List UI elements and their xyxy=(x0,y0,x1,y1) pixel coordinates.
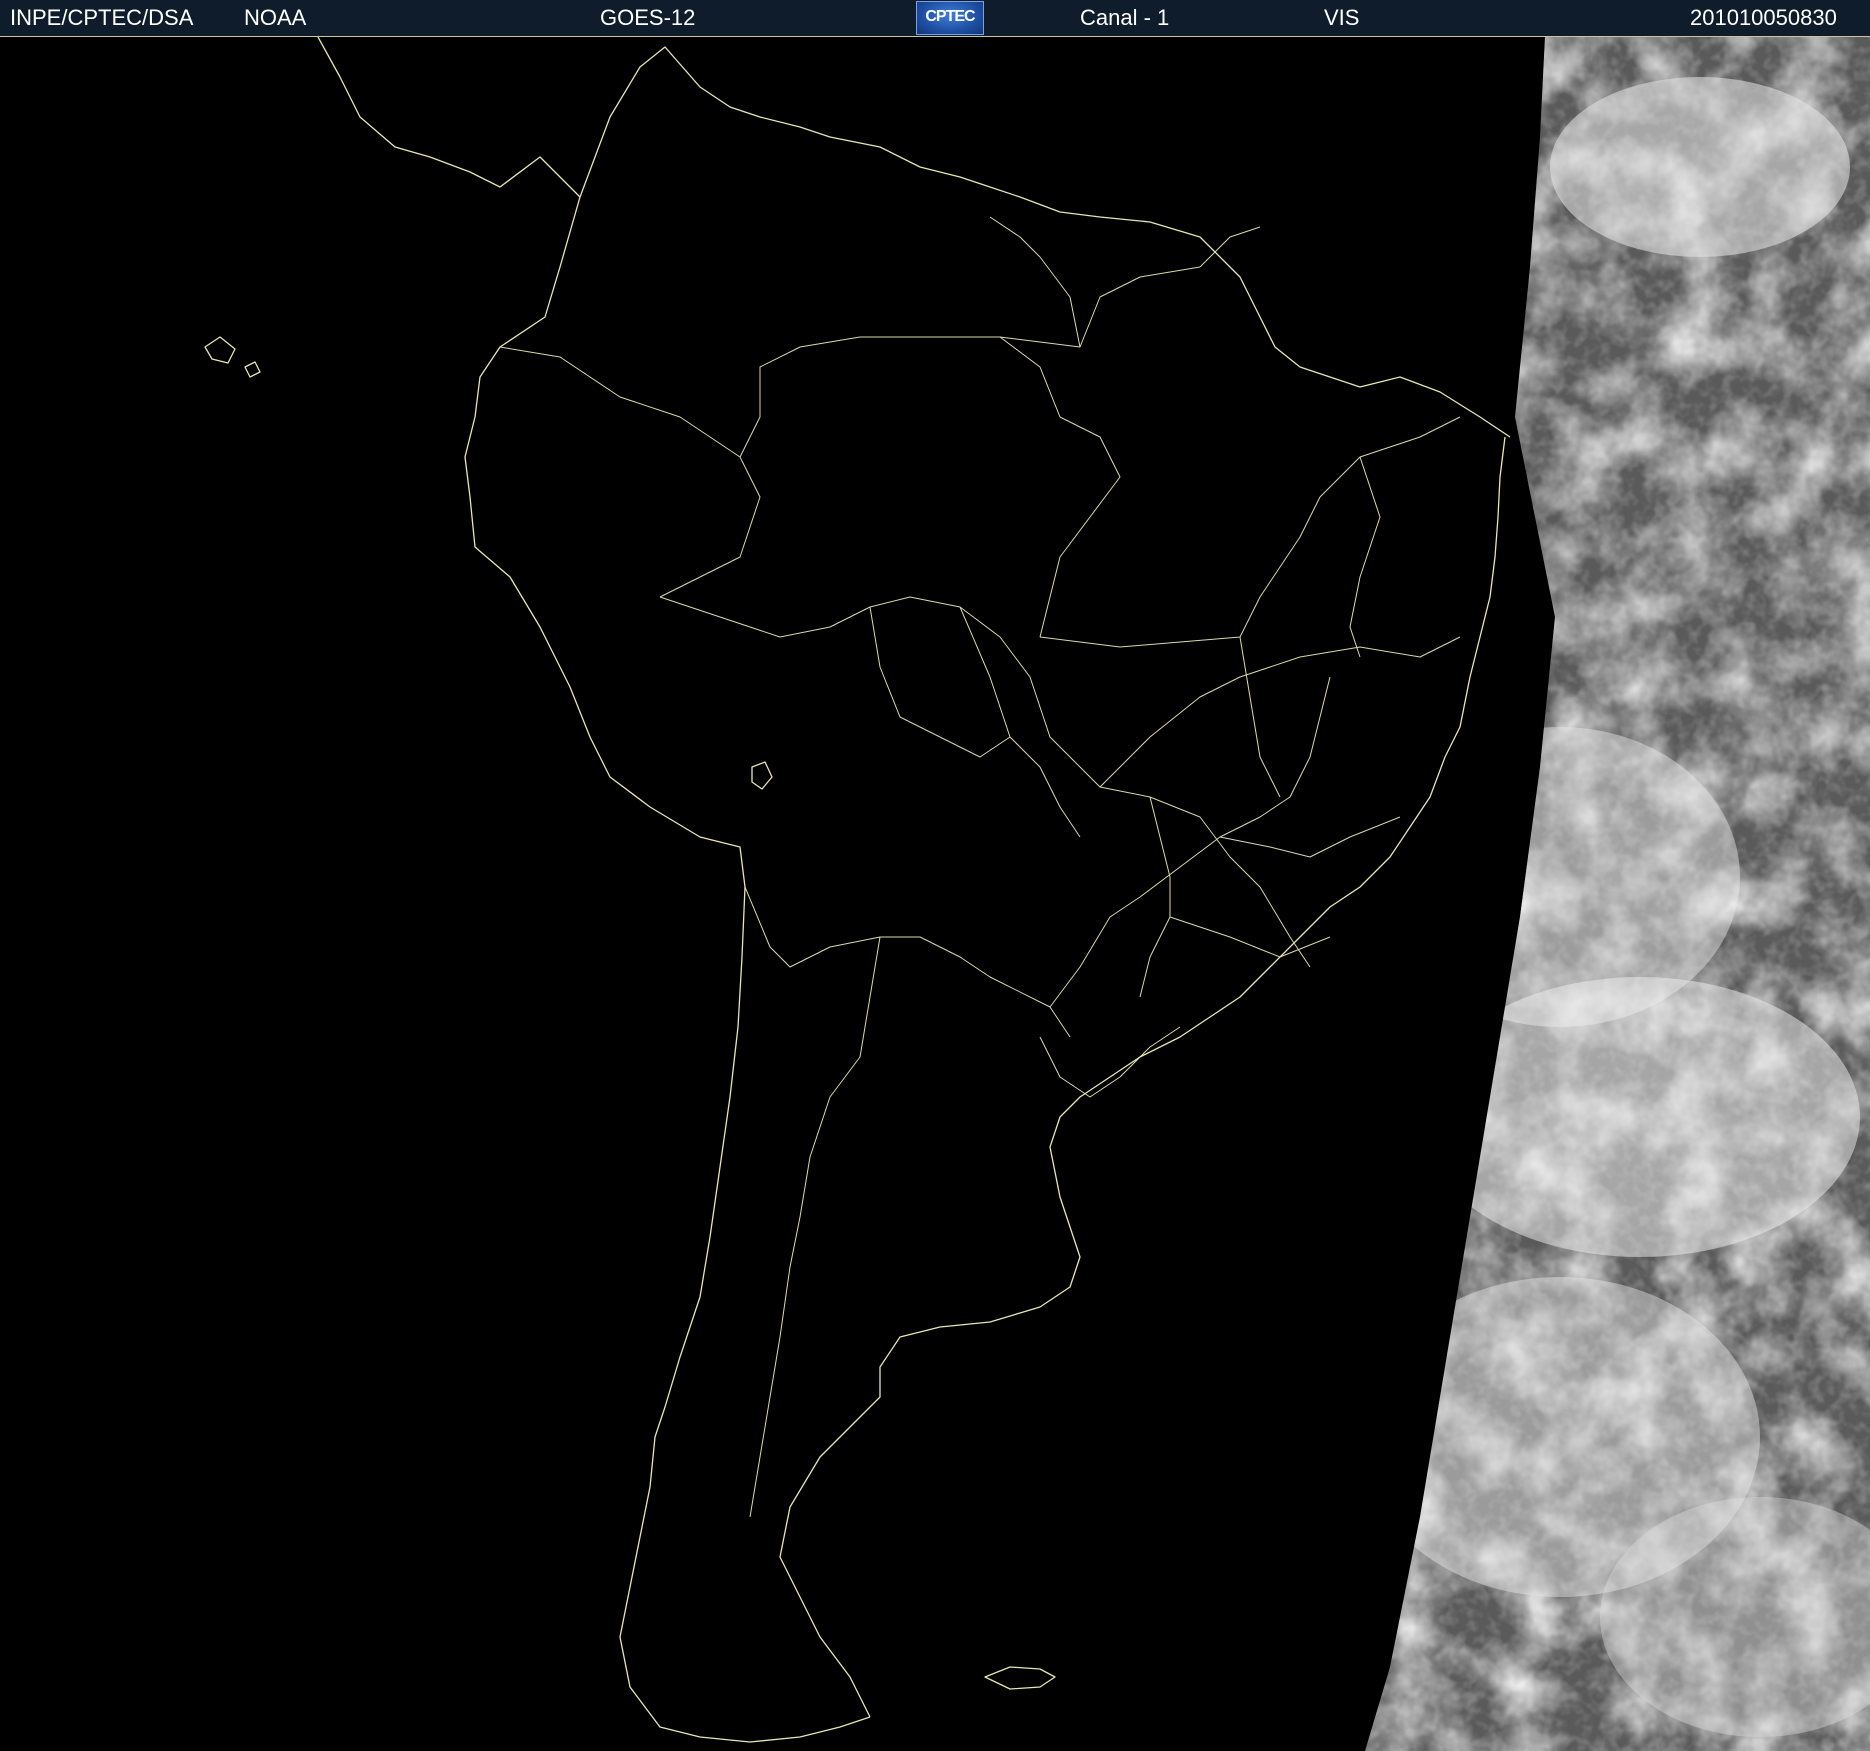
satellite-map xyxy=(0,37,1870,1751)
timestamp-label: 201010050830 xyxy=(1690,5,1837,30)
satellite-image xyxy=(0,36,1870,1751)
organization-label: INPE/CPTEC/DSA xyxy=(10,5,194,30)
channel-label: Canal - 1 xyxy=(1080,5,1170,30)
cptec-logo: CPTEC xyxy=(916,1,984,35)
band-label: VIS xyxy=(1324,5,1360,30)
satellite-label: GOES-12 xyxy=(600,5,696,30)
agency-label: NOAA xyxy=(244,5,307,30)
image-header-bar: INPE/CPTEC/DSA NOAA GOES-12 CPTEC Canal … xyxy=(0,0,1870,36)
